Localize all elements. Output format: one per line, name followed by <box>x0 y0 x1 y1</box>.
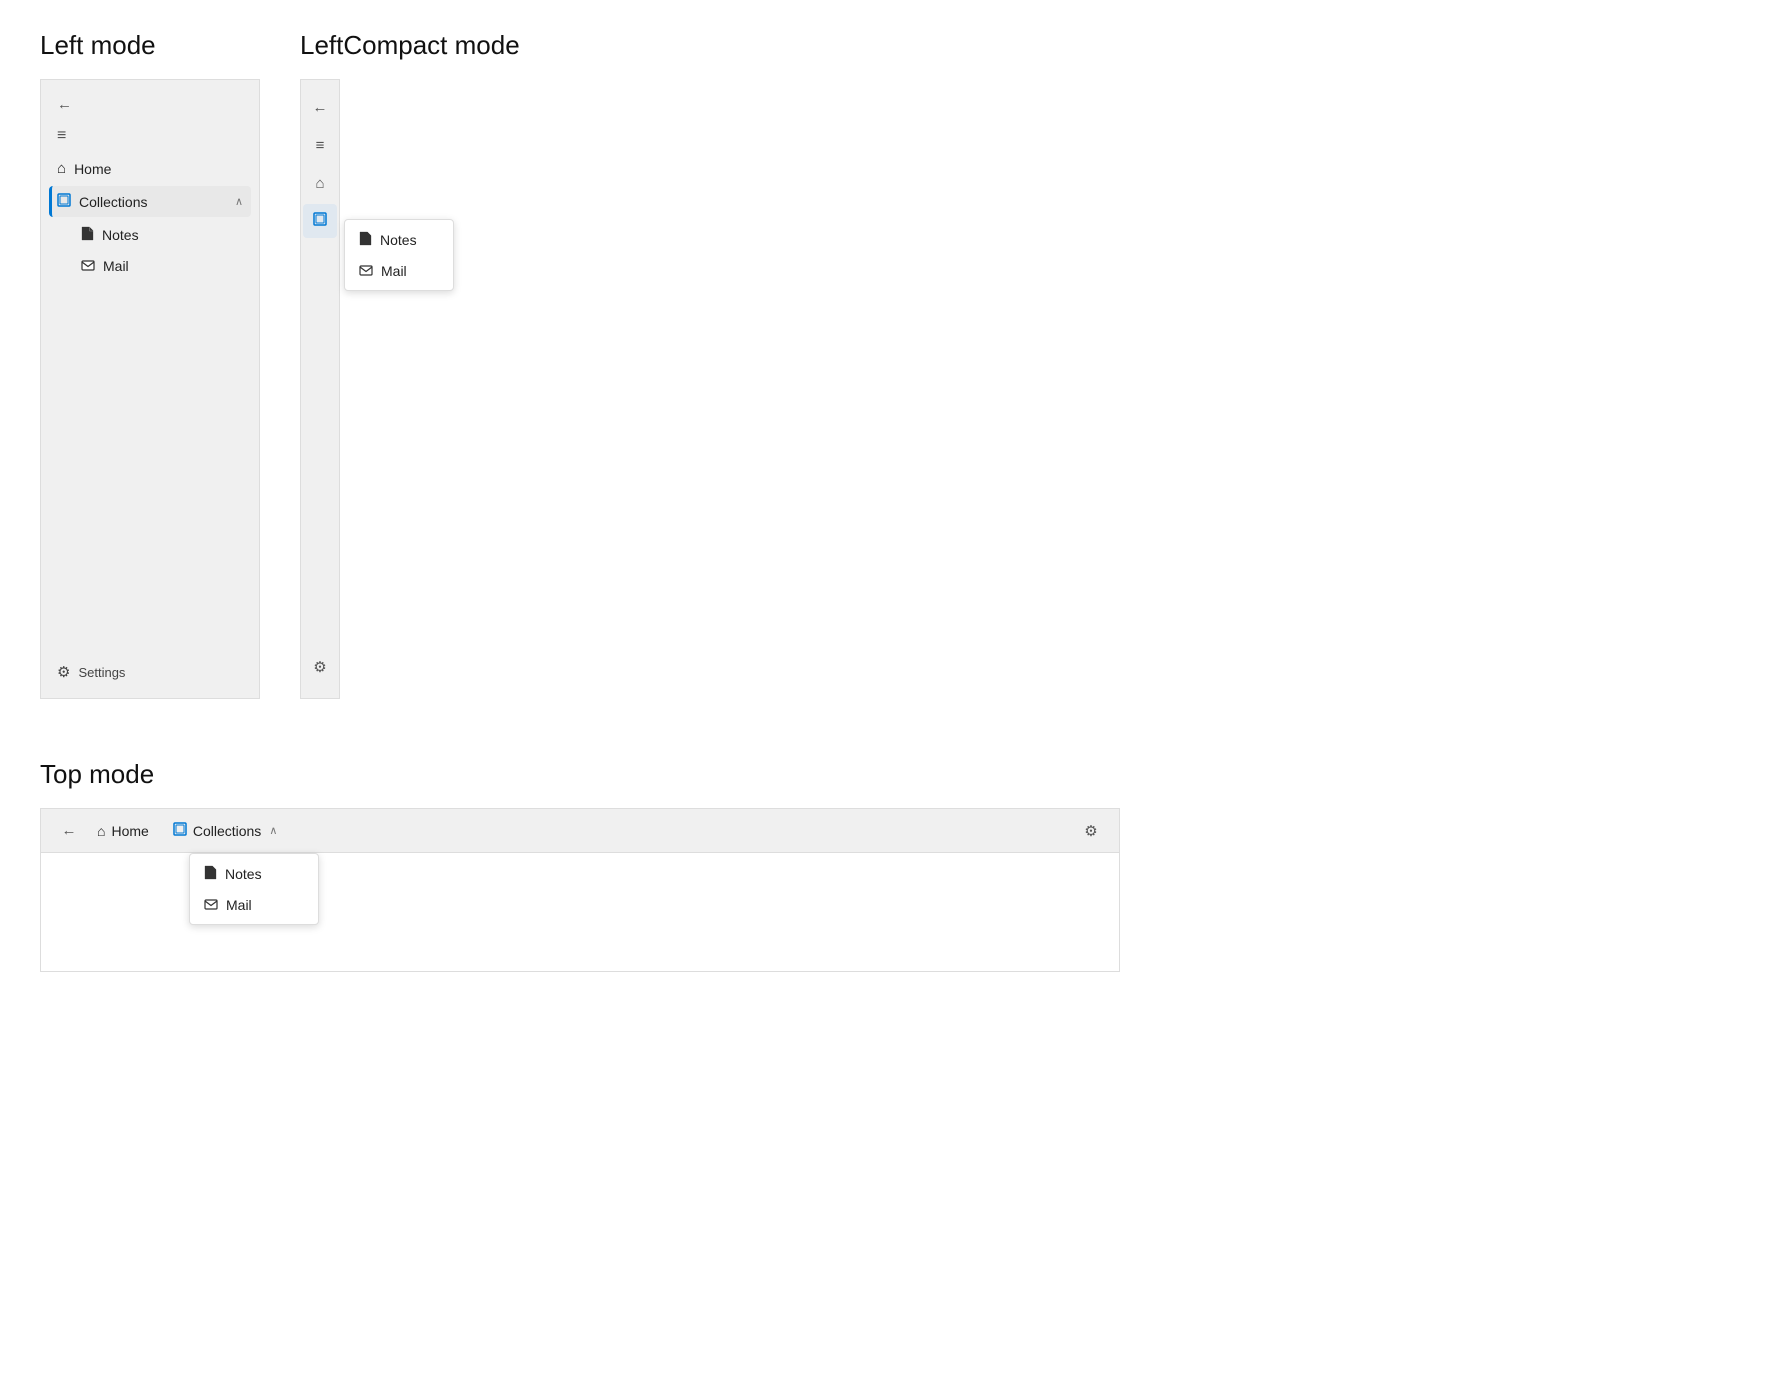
top-back-button[interactable]: ← <box>53 815 85 847</box>
left-compact-sidebar: ← ≡ ⌂ <box>300 79 340 699</box>
top-collections-chevron-icon: ∧ <box>269 824 277 837</box>
hamburger-button[interactable]: ≡ <box>49 121 251 151</box>
top-navbar: ← ⌂ Home Collections ∧ ⚙ <box>40 808 1120 852</box>
hamburger-icon: ≡ <box>57 127 66 145</box>
top-settings-button[interactable]: ⚙ <box>1075 815 1107 847</box>
compact-back-button[interactable]: ← <box>303 90 337 124</box>
mail-label: Mail <box>103 258 243 274</box>
top-collections-icon <box>173 822 187 839</box>
left-mode-title: Left mode <box>40 30 260 61</box>
compact-home-icon: ⌂ <box>315 175 324 192</box>
left-compact-section: LeftCompact mode ← ≡ ⌂ <box>300 30 520 699</box>
mail-icon <box>81 258 95 274</box>
top-home-icon: ⌂ <box>97 823 105 839</box>
flyout-notes-item[interactable]: Notes <box>345 224 453 256</box>
home-icon: ⌂ <box>57 160 66 177</box>
sidebar-item-mail[interactable]: Mail <box>73 251 251 281</box>
sidebar-item-home[interactable]: ⌂ Home <box>49 153 251 184</box>
top-nav-home[interactable]: ⌂ Home <box>85 810 161 854</box>
compact-collections-button[interactable] <box>303 204 337 238</box>
collections-icon <box>57 193 71 210</box>
settings-icon: ⚙ <box>57 663 70 681</box>
compact-collections-icon <box>313 212 327 230</box>
left-mode-sidebar: ← ≡ ⌂ Home <box>40 79 260 699</box>
top-back-icon: ← <box>62 822 77 839</box>
collections-label: Collections <box>79 194 227 210</box>
notes-doc-icon <box>81 226 94 244</box>
compact-settings-button[interactable]: ⚙ <box>303 650 337 684</box>
top-flyout-mail-icon <box>204 897 218 913</box>
flyout-mail-label: Mail <box>381 263 407 279</box>
collections-chevron-icon: ∧ <box>235 195 243 208</box>
top-mode-title: Top mode <box>40 759 1752 790</box>
left-mode-section: Left mode ← ≡ ⌂ Home <box>40 30 260 699</box>
sidebar-footer: ⚙ Settings <box>41 646 259 698</box>
home-label: Home <box>74 161 243 177</box>
top-mode-section: Top mode ← ⌂ Home Collections <box>40 759 1752 972</box>
back-icon: ← <box>57 96 72 113</box>
notes-label: Notes <box>102 227 243 243</box>
compact-hamburger-icon: ≡ <box>316 137 325 154</box>
top-collections-label: Collections <box>193 823 261 839</box>
left-compact-title: LeftCompact mode <box>300 30 520 61</box>
sidebar-item-notes[interactable]: Notes <box>73 219 251 251</box>
flyout-mail-icon <box>359 263 373 279</box>
compact-back-icon: ← <box>313 99 328 116</box>
settings-label: Settings <box>78 665 125 680</box>
top-home-label: Home <box>111 823 148 839</box>
compact-footer: ⚙ <box>303 650 337 688</box>
compact-hamburger-button[interactable]: ≡ <box>303 128 337 162</box>
sidebar-item-collections[interactable]: Collections ∧ <box>49 186 251 217</box>
compact-home-button[interactable]: ⌂ <box>303 166 337 200</box>
top-flyout-notes-item[interactable]: Notes <box>190 858 318 890</box>
top-flyout-popup: Notes Mail <box>189 853 319 925</box>
top-flyout-notes-label: Notes <box>225 866 262 882</box>
top-nav-collections[interactable]: Collections ∧ <box>161 810 290 854</box>
flyout-mail-item[interactable]: Mail <box>345 256 453 286</box>
top-mode-wrapper: ← ⌂ Home Collections ∧ ⚙ <box>40 808 1120 972</box>
flyout-notes-label: Notes <box>380 232 417 248</box>
top-settings-icon: ⚙ <box>1084 822 1097 840</box>
compact-settings-icon: ⚙ <box>313 658 326 676</box>
compact-flyout-popup: Notes Mail <box>344 219 454 291</box>
top-flyout-notes-icon <box>204 865 217 883</box>
settings-item[interactable]: ⚙ Settings <box>49 656 251 688</box>
top-flyout-mail-label: Mail <box>226 897 252 913</box>
top-flyout-mail-item[interactable]: Mail <box>190 890 318 920</box>
back-button[interactable]: ← <box>49 90 251 119</box>
flyout-notes-icon <box>359 231 372 249</box>
top-content-area: Notes Mail <box>40 852 1120 972</box>
